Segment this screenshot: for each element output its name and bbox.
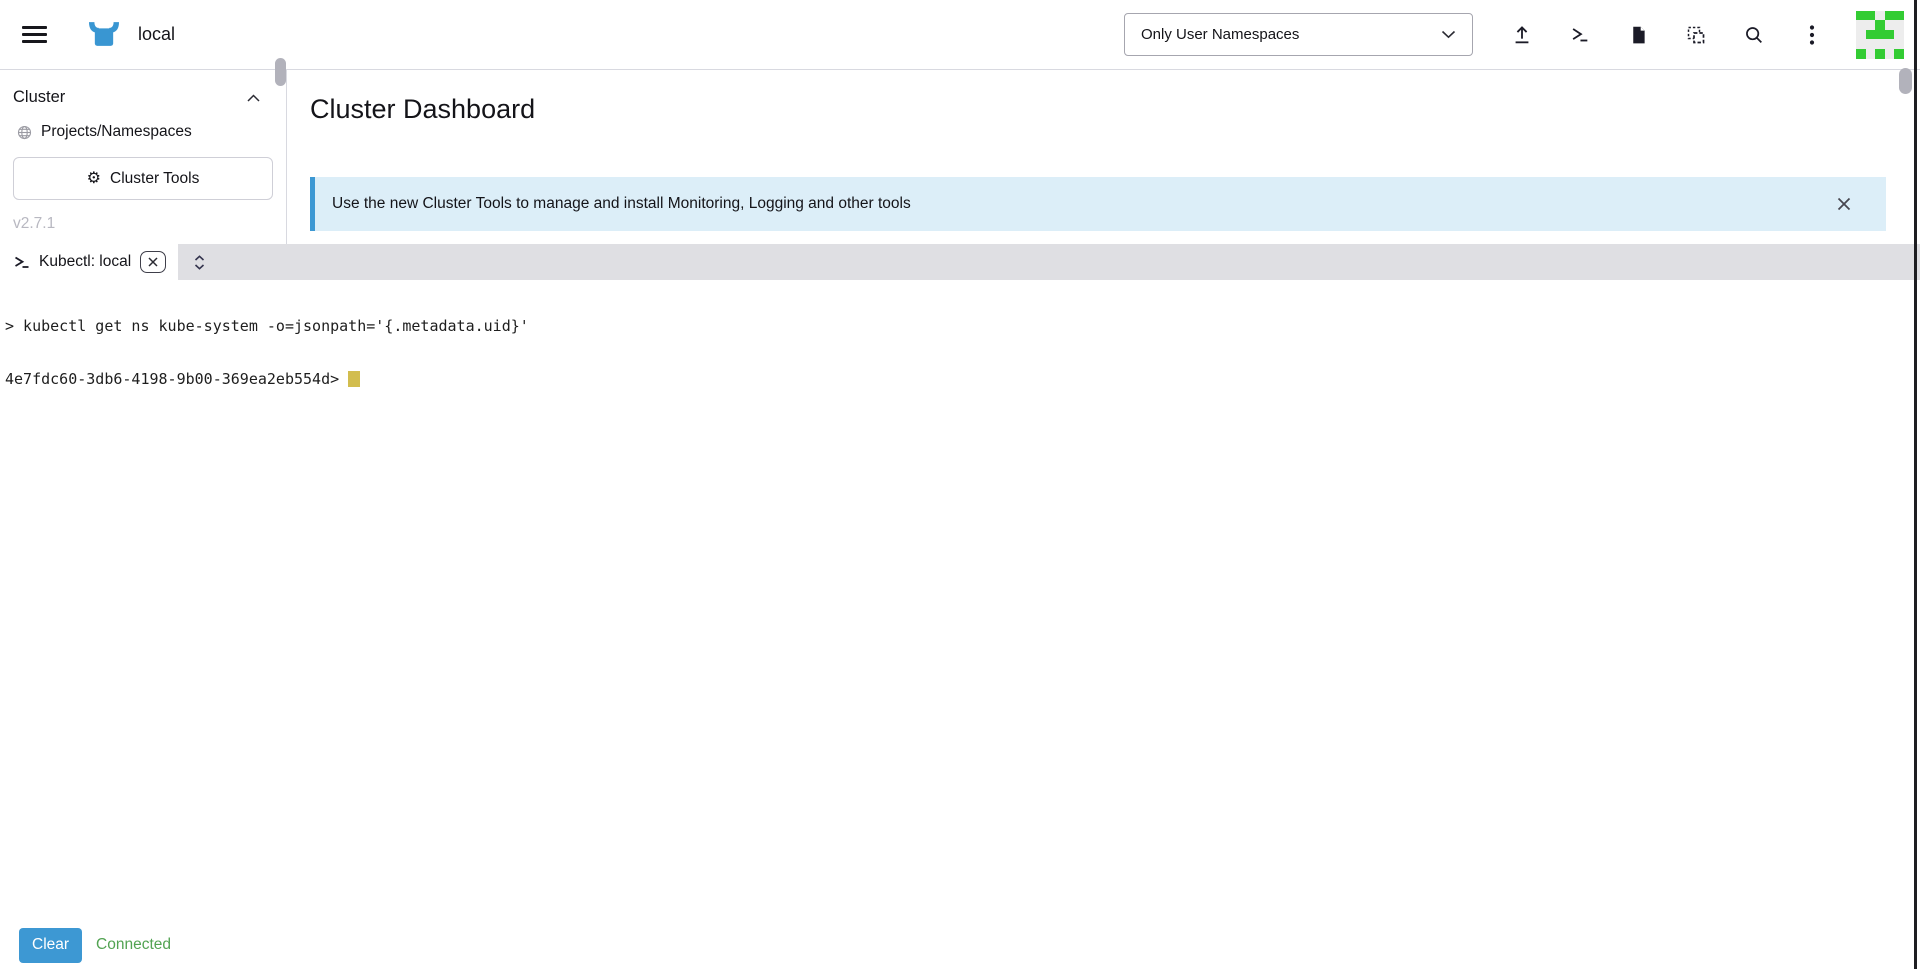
main-content: Cluster Dashboard Use the new Cluster To… [287, 70, 1920, 244]
terminal-footer: Clear Connected [0, 921, 1920, 969]
upload-icon[interactable] [1510, 23, 1534, 47]
close-icon[interactable] [1836, 196, 1852, 212]
sidebar-scrollbar-thumb[interactable] [275, 58, 286, 86]
gear-icon: ⚙ [87, 171, 101, 187]
hamburger-menu-icon[interactable] [22, 26, 47, 43]
cluster-tools-label: Cluster Tools [110, 170, 199, 188]
page-title: Cluster Dashboard [310, 94, 1920, 125]
main-scrollbar-thumb[interactable] [1899, 68, 1912, 94]
cluster-tools-button[interactable]: ⚙ Cluster Tools [13, 157, 273, 200]
terminal-output-line: 4e7fdc60-3db6-4198-9b00-369ea2eb554d> [5, 371, 1920, 389]
terminal-tab-bar: Kubectl: local [0, 244, 1920, 280]
info-banner-text: Use the new Cluster Tools to manage and … [332, 195, 911, 213]
chevron-up-icon [247, 94, 260, 102]
content-row: Cluster Projects/Namespaces ⚙ Cluster To… [0, 70, 1920, 244]
kebab-menu-icon[interactable] [1800, 23, 1824, 47]
namespace-filter-value: Only User Namespaces [1141, 26, 1299, 43]
namespace-filter-dropdown[interactable]: Only User Namespaces [1124, 13, 1473, 56]
snapshot-icon[interactable] [1684, 23, 1708, 47]
terminal[interactable]: > kubectl get ns kube-system -o=jsonpath… [0, 280, 1920, 921]
version-label: v2.7.1 [13, 215, 273, 233]
file-icon[interactable] [1626, 23, 1650, 47]
sidebar: Cluster Projects/Namespaces ⚙ Cluster To… [0, 70, 287, 244]
connection-status: Connected [96, 936, 171, 954]
tab-close-button[interactable] [140, 251, 166, 273]
terminal-panel: Kubectl: local > kubectl get ns kube-sys… [0, 244, 1920, 969]
tab-list-unfold-icon[interactable] [178, 244, 220, 280]
cluster-name: local [138, 24, 175, 45]
sidebar-item-label: Projects/Namespaces [41, 123, 192, 141]
window-edge [1914, 0, 1917, 969]
rancher-logo-icon[interactable] [87, 20, 121, 50]
info-banner: Use the new Cluster Tools to manage and … [310, 177, 1886, 231]
terminal-cursor [348, 371, 360, 387]
terminal-command-line: > kubectl get ns kube-system -o=jsonpath… [5, 318, 1920, 336]
tab-kubectl-local[interactable]: Kubectl: local [0, 244, 178, 280]
sidebar-item-projects-namespaces[interactable]: Projects/Namespaces [0, 113, 286, 151]
top-bar: local Only User Namespaces [0, 0, 1920, 70]
terminal-prompt-icon [13, 254, 30, 270]
clear-button[interactable]: Clear [19, 928, 82, 963]
user-avatar[interactable] [1856, 11, 1904, 59]
shell-icon[interactable] [1568, 23, 1592, 47]
chevron-down-icon [1441, 30, 1456, 39]
tab-label: Kubectl: local [39, 253, 131, 271]
top-bar-actions: Only User Namespaces [1124, 11, 1904, 59]
globe-icon [17, 125, 32, 140]
sidebar-section-cluster[interactable]: Cluster [0, 82, 286, 113]
sidebar-section-label: Cluster [13, 88, 65, 107]
search-icon[interactable] [1742, 23, 1766, 47]
